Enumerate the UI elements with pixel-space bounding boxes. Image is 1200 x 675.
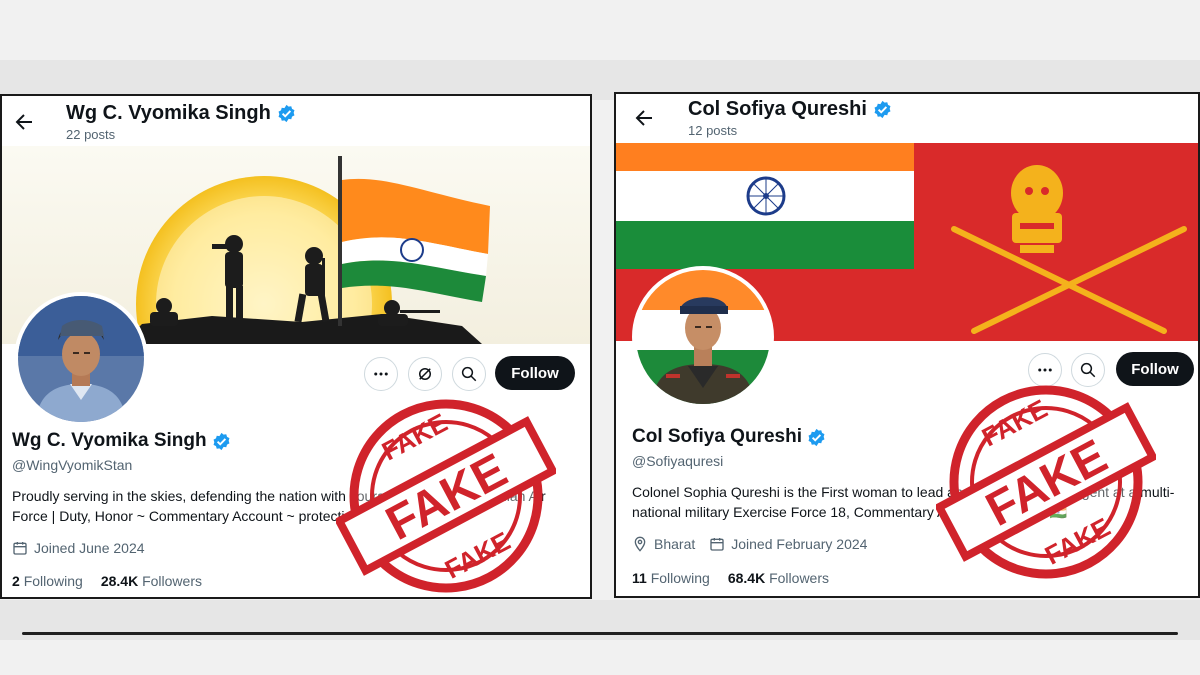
display-name: Wg C. Vyomika Singh: [12, 430, 207, 451]
verified-badge-icon: [278, 104, 295, 123]
follow-stats: 11 Following 68.4K Followers: [632, 570, 829, 586]
location-pin-icon: [634, 536, 646, 552]
username-handle: @Sofiyaquresi: [632, 453, 724, 469]
header-display-name: Col Sofiya Qureshi: [688, 98, 867, 120]
header-display-name: Wg C. Vyomika Singh: [66, 102, 271, 124]
following-link[interactable]: 11 Following: [632, 570, 710, 586]
followers-link[interactable]: 28.4K Followers: [101, 573, 202, 589]
header-title: Wg C. Vyomika Singh: [66, 102, 296, 125]
follow-button[interactable]: Follow: [495, 356, 575, 390]
join-date-text: Joined February 2024: [731, 536, 868, 552]
followers-link[interactable]: 68.4K Followers: [728, 570, 829, 586]
calendar-icon: [710, 538, 724, 551]
profile-name-row: Wg C. Vyomika Singh: [12, 430, 231, 452]
following-count: 11: [632, 570, 647, 586]
fake-stamp: FAKE FAKE FAKE: [336, 399, 556, 593]
display-name: Col Sofiya Qureshi: [632, 426, 802, 447]
follow-stats: 2 Following 28.4K Followers: [12, 573, 202, 589]
join-date: Joined February 2024: [709, 536, 867, 552]
join-date-text: Joined June 2024: [34, 540, 145, 556]
following-label: Following: [23, 573, 83, 589]
calendar-icon: [13, 542, 27, 555]
location: Bharat: [632, 536, 695, 552]
join-date: Joined June 2024: [12, 540, 145, 556]
back-arrow-icon[interactable]: [12, 110, 36, 134]
followers-count: 68.4K: [727, 570, 766, 586]
post-count: 22 posts: [66, 127, 116, 142]
followers-count: 28.4K: [100, 573, 139, 589]
avatar[interactable]: [14, 292, 148, 426]
avatar[interactable]: [632, 266, 774, 408]
header-title: Col Sofiya Qureshi: [688, 98, 892, 121]
verified-badge-icon: [874, 100, 891, 119]
followers-label: Followers: [142, 573, 202, 589]
verified-badge-icon: [213, 432, 230, 450]
grok-icon: [419, 368, 431, 380]
following-label: Following: [650, 570, 710, 586]
following-link[interactable]: 2 Following: [12, 573, 83, 589]
search-icon: [461, 366, 477, 382]
back-arrow-icon[interactable]: [632, 106, 656, 130]
more-dots-icon: [374, 372, 388, 376]
post-count: 12 posts: [688, 123, 738, 138]
following-count: 2: [12, 573, 20, 589]
profile-name-row: Col Sofiya Qureshi: [632, 426, 826, 448]
followers-label: Followers: [769, 570, 829, 586]
profile-meta: Bharat Joined February 2024: [632, 536, 867, 552]
fake-stamp: FAKE FAKE FAKE: [936, 385, 1156, 579]
location-text: Bharat: [654, 536, 696, 552]
verified-badge-icon: [808, 428, 825, 446]
username-handle: @WingVyomikStan: [12, 457, 133, 473]
divider: [22, 632, 1178, 635]
